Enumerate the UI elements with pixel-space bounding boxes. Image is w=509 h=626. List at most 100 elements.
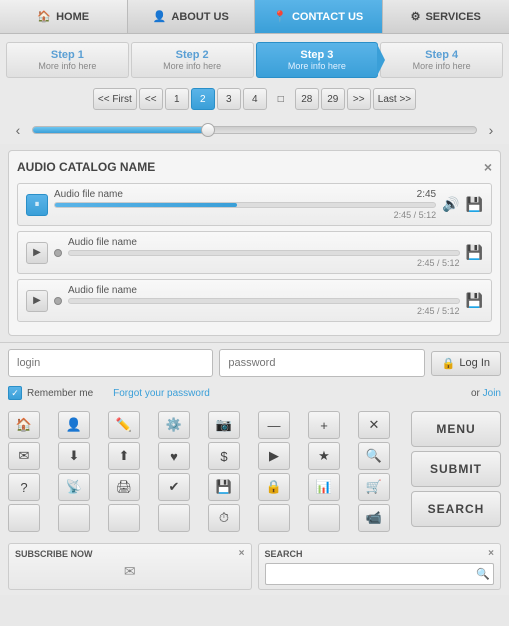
slider-container: ‹ › [0, 116, 509, 144]
submit-button[interactable]: SUBMIT [411, 451, 501, 487]
icon-cart[interactable]: 🛒 [358, 473, 390, 501]
icon-dollar[interactable]: $ [208, 442, 240, 470]
icon-hourglass[interactable]: ⏱ [208, 504, 240, 532]
step-1-title: Step 1 [51, 49, 84, 61]
page-prev[interactable]: << [139, 88, 163, 110]
icon-search[interactable]: 🔍 [358, 442, 390, 470]
icon-question[interactable]: ? [8, 473, 40, 501]
step-2-sub: More info here [163, 61, 221, 71]
password-input[interactable] [219, 349, 424, 377]
page-2[interactable]: 2 [191, 88, 215, 110]
icon-home[interactable]: 🏠 [8, 411, 40, 439]
login-input[interactable] [8, 349, 213, 377]
catalog-close-button[interactable]: × [484, 159, 492, 175]
page-1[interactable]: 1 [165, 88, 189, 110]
icon-empty4 [158, 504, 190, 532]
forgot-password-link[interactable]: Forgot your password [113, 388, 210, 399]
track-progress-2[interactable] [68, 250, 460, 256]
track-info-1: Audio file name 2:45 2:45 / 5:12 [54, 189, 436, 220]
icon-lock[interactable]: 🔒 [258, 473, 290, 501]
icon-print[interactable]: 🖨 [108, 473, 140, 501]
remember-checkbox[interactable]: ✓ [8, 386, 22, 400]
nav-item-home[interactable]: 🏠 HOME [0, 0, 128, 33]
slider-left-arrow[interactable]: ‹ [10, 122, 26, 138]
track-duration-1: 2:45 / 5:12 [54, 210, 436, 220]
login-button[interactable]: 🔒 Log In [431, 351, 501, 376]
search-close-button[interactable]: × [488, 548, 494, 559]
icon-user[interactable]: 👤 [58, 411, 90, 439]
step-2[interactable]: Step 2 More info here [131, 42, 254, 78]
step-1[interactable]: Step 1 More info here [6, 42, 129, 78]
icon-empty5 [258, 504, 290, 532]
icon-gear[interactable]: ⚙️ [158, 411, 190, 439]
audio-track-2: ▶ Audio file name 2:45 / 5:12 💾 [17, 231, 492, 274]
step-3[interactable]: Step 3 More info here [256, 42, 379, 78]
slider-right-arrow[interactable]: › [483, 122, 499, 138]
icon-plus[interactable]: + [308, 411, 340, 439]
home-icon: 🏠 [37, 10, 51, 23]
play-button-3[interactable]: ▶ [26, 290, 48, 312]
track-name-2: Audio file name [68, 237, 137, 248]
track-progress-3[interactable] [68, 298, 460, 304]
icon-up[interactable]: ⬆ [108, 442, 140, 470]
nav-item-services[interactable]: ⚙ SERVICES [383, 0, 509, 33]
icon-close[interactable]: ✕ [358, 411, 390, 439]
icon-pencil[interactable]: ✏️ [108, 411, 140, 439]
icon-minus[interactable]: — [258, 411, 290, 439]
save-icon-1[interactable]: 💾 [466, 196, 483, 213]
audio-catalog: AUDIO CATALOG NAME × ⏸ Audio file name 2… [8, 150, 501, 336]
icon-empty6 [308, 504, 340, 532]
page-first[interactable]: << First [93, 88, 137, 110]
catalog-title: AUDIO CATALOG NAME [17, 160, 155, 174]
icon-play[interactable]: ▶ [258, 442, 290, 470]
page-29[interactable]: 29 [321, 88, 345, 110]
subscribe-label: SUBSCRIBE NOW [15, 549, 93, 559]
pause-button-1[interactable]: ⏸ [26, 194, 48, 216]
icon-video[interactable]: 📹 [358, 504, 390, 532]
icon-save[interactable]: 💾 [208, 473, 240, 501]
icon-rss[interactable]: 📡 [58, 473, 90, 501]
gear-icon: ⚙ [411, 10, 421, 23]
menu-button[interactable]: MENU [411, 411, 501, 447]
save-icon-3[interactable]: 💾 [466, 292, 483, 309]
remember-me-container: ✓ Remember me [8, 386, 93, 400]
slider-thumb[interactable] [201, 123, 215, 137]
icon-camera[interactable]: 📷 [208, 411, 240, 439]
icon-envelope[interactable]: ✉ [8, 442, 40, 470]
icon-heart[interactable]: ♥ [158, 442, 190, 470]
track-progress-1[interactable] [54, 202, 436, 208]
nav-contact-label: CONTACT US [292, 11, 363, 23]
track-dot-2 [54, 249, 62, 257]
page-4[interactable]: 4 [243, 88, 267, 110]
step-4[interactable]: Step 4 More info here [380, 42, 503, 78]
icon-check[interactable]: ✔ [158, 473, 190, 501]
icon-down[interactable]: ⬇ [58, 442, 90, 470]
search-box: SEARCH × 🔍 [258, 543, 502, 590]
icon-chart[interactable]: 📊 [308, 473, 340, 501]
nav-item-about[interactable]: 👤 ABOUT US [128, 0, 256, 33]
search-button[interactable]: SEARCH [411, 491, 501, 527]
step-3-title: Step 3 [300, 49, 333, 61]
page-next[interactable]: >> [347, 88, 371, 110]
subscribe-box: SUBSCRIBE NOW × ✉ [8, 543, 252, 590]
track-dot-3 [54, 297, 62, 305]
play-button-2[interactable]: ▶ [26, 242, 48, 264]
icon-grid-container: 🏠 👤 ✏️ ⚙️ 📷 — + ✕ ✉ ⬇ ⬆ ♥ $ ▶ ★ 🔍 ? 📡 🖨 … [0, 405, 509, 538]
icon-star[interactable]: ★ [308, 442, 340, 470]
search-label: SEARCH [265, 549, 303, 559]
nav-item-contact[interactable]: 📍 CONTACT US [255, 0, 383, 33]
page-3[interactable]: 3 [217, 88, 241, 110]
slider-track[interactable] [32, 126, 477, 134]
envelope-icon: ✉ [15, 563, 245, 580]
join-link[interactable]: Join [483, 388, 501, 399]
save-icon-2[interactable]: 💾 [466, 244, 483, 261]
page-28[interactable]: 28 [295, 88, 319, 110]
page-last[interactable]: Last >> [373, 88, 416, 110]
search-text-input[interactable] [265, 563, 495, 585]
pagination: << First << 1 2 3 4 □ 28 29 >> Last >> [0, 82, 509, 116]
search-input-container: 🔍 [265, 563, 495, 585]
subscribe-header: SUBSCRIBE NOW × [15, 548, 245, 559]
subscribe-close-button[interactable]: × [239, 548, 245, 559]
track-time-1: 2:45 [417, 189, 436, 200]
volume-icon-1[interactable]: 🔊 [442, 196, 459, 213]
